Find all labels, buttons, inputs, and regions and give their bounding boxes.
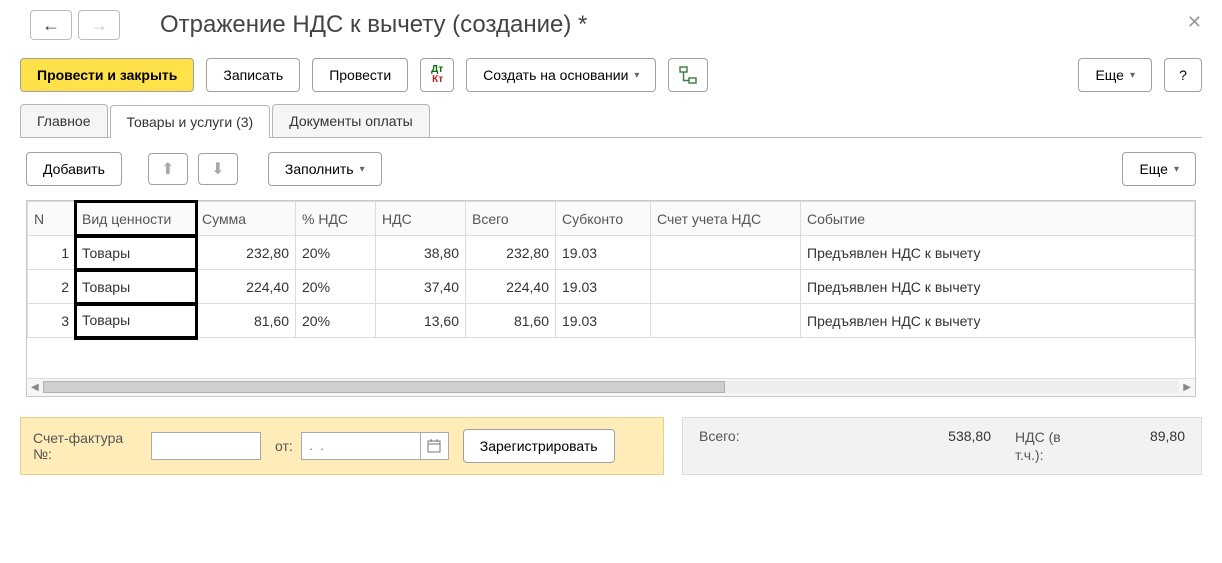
totals-panel: Всего: 538,80 НДС (в т.ч.): 89,80 <box>682 417 1202 475</box>
horizontal-scrollbar[interactable]: ◀ ▶ <box>27 378 1195 396</box>
scroll-left-icon[interactable]: ◀ <box>27 382 43 393</box>
col-total[interactable]: Всего <box>466 202 556 236</box>
cell-sum[interactable]: 224,40 <box>196 270 296 304</box>
table-more-button[interactable]: Еще ▾ <box>1122 152 1196 186</box>
nav-forward-button[interactable]: → <box>78 10 120 40</box>
table-row[interactable]: 1 Товары 232,80 20% 38,80 232,80 19.03 П… <box>28 236 1195 270</box>
cell-subk[interactable]: 19.03 <box>556 236 651 270</box>
arrow-up-icon: ⬆ <box>161 159 174 179</box>
cell-vat-pct[interactable]: 20% <box>296 236 376 270</box>
close-icon[interactable]: ✕ <box>1187 12 1202 33</box>
vat-value: 89,80 <box>1065 428 1185 444</box>
debit-credit-button[interactable]: ДтКт <box>420 58 454 92</box>
table-empty-row <box>28 338 1195 378</box>
post-and-close-button[interactable]: Провести и закрыть <box>20 58 194 92</box>
move-down-button[interactable]: ⬇ <box>198 153 238 185</box>
cell-sum[interactable]: 81,60 <box>196 304 296 338</box>
goods-table[interactable]: N Вид ценности Сумма % НДС НДС Всего Суб… <box>27 201 1195 378</box>
cell-n[interactable]: 3 <box>28 304 76 338</box>
move-up-button[interactable]: ⬆ <box>148 153 188 185</box>
cell-vat-acct[interactable] <box>651 304 801 338</box>
add-row-button[interactable]: Добавить <box>26 152 122 186</box>
cell-vat[interactable]: 37,40 <box>376 270 466 304</box>
chevron-down-icon: ▾ <box>360 164 365 175</box>
tab-main[interactable]: Главное <box>20 104 108 137</box>
calendar-icon[interactable] <box>421 432 449 460</box>
post-button[interactable]: Провести <box>312 58 408 92</box>
chevron-down-icon: ▾ <box>1130 70 1135 81</box>
arrow-left-icon: ← <box>42 15 60 36</box>
tab-goods-services[interactable]: Товары и услуги (3) <box>110 105 271 138</box>
cell-subk[interactable]: 19.03 <box>556 270 651 304</box>
nav-back-button[interactable]: ← <box>30 10 72 40</box>
page-title: Отражение НДС к вычету (создание) * <box>160 11 587 39</box>
cell-event[interactable]: Предъявлен НДС к вычету <box>801 236 1195 270</box>
table-row[interactable]: 3 Товары 81,60 20% 13,60 81,60 19.03 Пре… <box>28 304 1195 338</box>
col-vat[interactable]: НДС <box>376 202 466 236</box>
cell-event[interactable]: Предъявлен НДС к вычету <box>801 304 1195 338</box>
cell-kind[interactable]: Товары <box>76 236 196 270</box>
cell-event[interactable]: Предъявлен НДС к вычету <box>801 270 1195 304</box>
scroll-track[interactable] <box>43 381 1180 393</box>
invoice-number-label: Счет-фактура №: <box>33 430 143 462</box>
cell-vat-acct[interactable] <box>651 236 801 270</box>
col-vat-pct[interactable]: % НДС <box>296 202 376 236</box>
invoice-panel: Счет-фактура №: от: Зарегистрировать <box>20 417 664 475</box>
create-based-label: Создать на основании <box>483 67 628 83</box>
col-event[interactable]: Событие <box>801 202 1195 236</box>
more-label: Еще <box>1095 67 1124 83</box>
cell-subk[interactable]: 19.03 <box>556 304 651 338</box>
scroll-right-icon[interactable]: ▶ <box>1179 382 1195 393</box>
col-kind[interactable]: Вид ценности <box>76 202 196 236</box>
col-vat-acct[interactable]: Счет учета НДС <box>651 202 801 236</box>
col-sum[interactable]: Сумма <box>196 202 296 236</box>
arrow-down-icon: ⬇ <box>211 159 224 179</box>
cell-n[interactable]: 2 <box>28 270 76 304</box>
chevron-down-icon: ▾ <box>634 70 639 81</box>
table-more-label: Еще <box>1139 161 1168 177</box>
chevron-down-icon: ▾ <box>1174 164 1179 175</box>
vat-incl-label: НДС (в т.ч.): <box>1015 428 1065 464</box>
cell-total[interactable]: 81,60 <box>466 304 556 338</box>
create-based-on-button[interactable]: Создать на основании ▾ <box>466 58 656 92</box>
cell-n[interactable]: 1 <box>28 236 76 270</box>
cell-vat-pct[interactable]: 20% <box>296 304 376 338</box>
tab-payment-docs[interactable]: Документы оплаты <box>272 104 430 137</box>
table-header-row: N Вид ценности Сумма % НДС НДС Всего Суб… <box>28 202 1195 236</box>
structure-button[interactable] <box>668 58 708 92</box>
cell-kind[interactable]: Товары <box>76 304 196 338</box>
cell-total[interactable]: 232,80 <box>466 236 556 270</box>
cell-kind[interactable]: Товары <box>76 270 196 304</box>
cell-vat[interactable]: 13,60 <box>376 304 466 338</box>
fill-label: Заполнить <box>285 161 354 177</box>
cell-total[interactable]: 224,40 <box>466 270 556 304</box>
invoice-from-label: от: <box>275 438 293 454</box>
save-button[interactable]: Записать <box>206 58 300 92</box>
invoice-number-input[interactable] <box>151 432 261 460</box>
structure-icon <box>679 66 697 84</box>
register-invoice-button[interactable]: Зарегистрировать <box>463 429 615 463</box>
more-button[interactable]: Еще ▾ <box>1078 58 1152 92</box>
invoice-date-input[interactable] <box>301 432 421 460</box>
scroll-thumb[interactable] <box>43 381 725 393</box>
cell-sum[interactable]: 232,80 <box>196 236 296 270</box>
total-label: Всего: <box>699 428 740 444</box>
dtkt-icon: ДтКт <box>431 65 443 85</box>
help-button[interactable]: ? <box>1164 58 1202 92</box>
cell-vat-pct[interactable]: 20% <box>296 270 376 304</box>
total-value: 538,80 <box>891 428 991 444</box>
fill-button[interactable]: Заполнить ▾ <box>268 152 382 186</box>
arrow-right-icon: → <box>90 15 108 36</box>
col-n[interactable]: N <box>28 202 76 236</box>
cell-vat-acct[interactable] <box>651 270 801 304</box>
col-subk[interactable]: Субконто <box>556 202 651 236</box>
table-row[interactable]: 2 Товары 224,40 20% 37,40 224,40 19.03 П… <box>28 270 1195 304</box>
cell-vat[interactable]: 38,80 <box>376 236 466 270</box>
